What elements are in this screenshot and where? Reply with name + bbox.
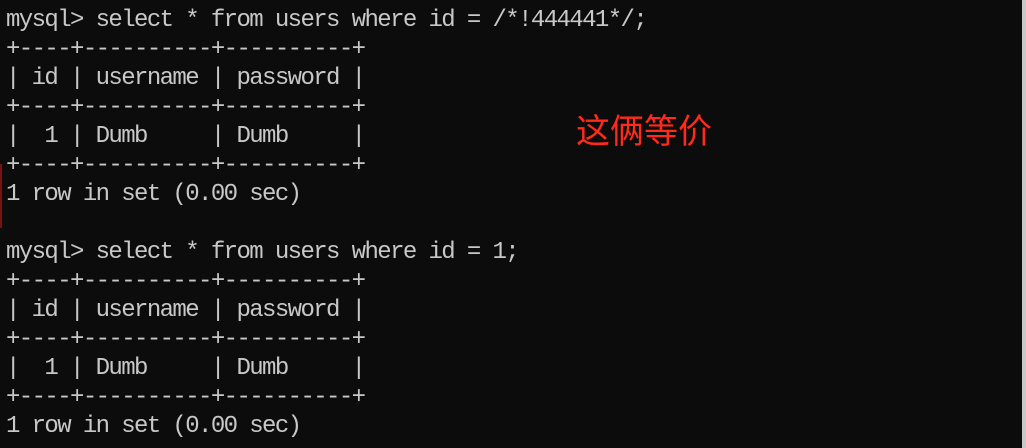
result-2-border-top: +----+----------+----------+ [6,268,366,295]
annotation-equivalent-label: 这俩等价 [576,112,712,152]
result-1-header-row: | id | username | password | [6,65,366,92]
query-2-prompt: mysql> select * from users where id = 1; [6,239,520,266]
selection-marker [0,164,2,228]
result-2-border-mid: +----+----------+----------+ [6,326,366,353]
result-2-header-row: | id | username | password | [6,297,366,324]
query-1-prompt: mysql> select * from users where id = /*… [6,7,648,34]
result-1-border-mid: +----+----------+----------+ [6,94,366,121]
result-1-border-top: +----+----------+----------+ [6,36,366,63]
result-1-data-row: | 1 | Dumb | Dumb | [6,123,366,150]
result-1-border-bottom: +----+----------+----------+ [6,152,366,179]
result-2-row-count: 1 row in set (0.00 sec) [6,413,302,440]
terminal-window[interactable]: mysql> select * from users where id = /*… [0,0,1026,448]
result-2-border-bottom: +----+----------+----------+ [6,384,366,411]
result-1-row-count: 1 row in set (0.00 sec) [6,181,302,208]
result-2-data-row: | 1 | Dumb | Dumb | [6,355,366,382]
